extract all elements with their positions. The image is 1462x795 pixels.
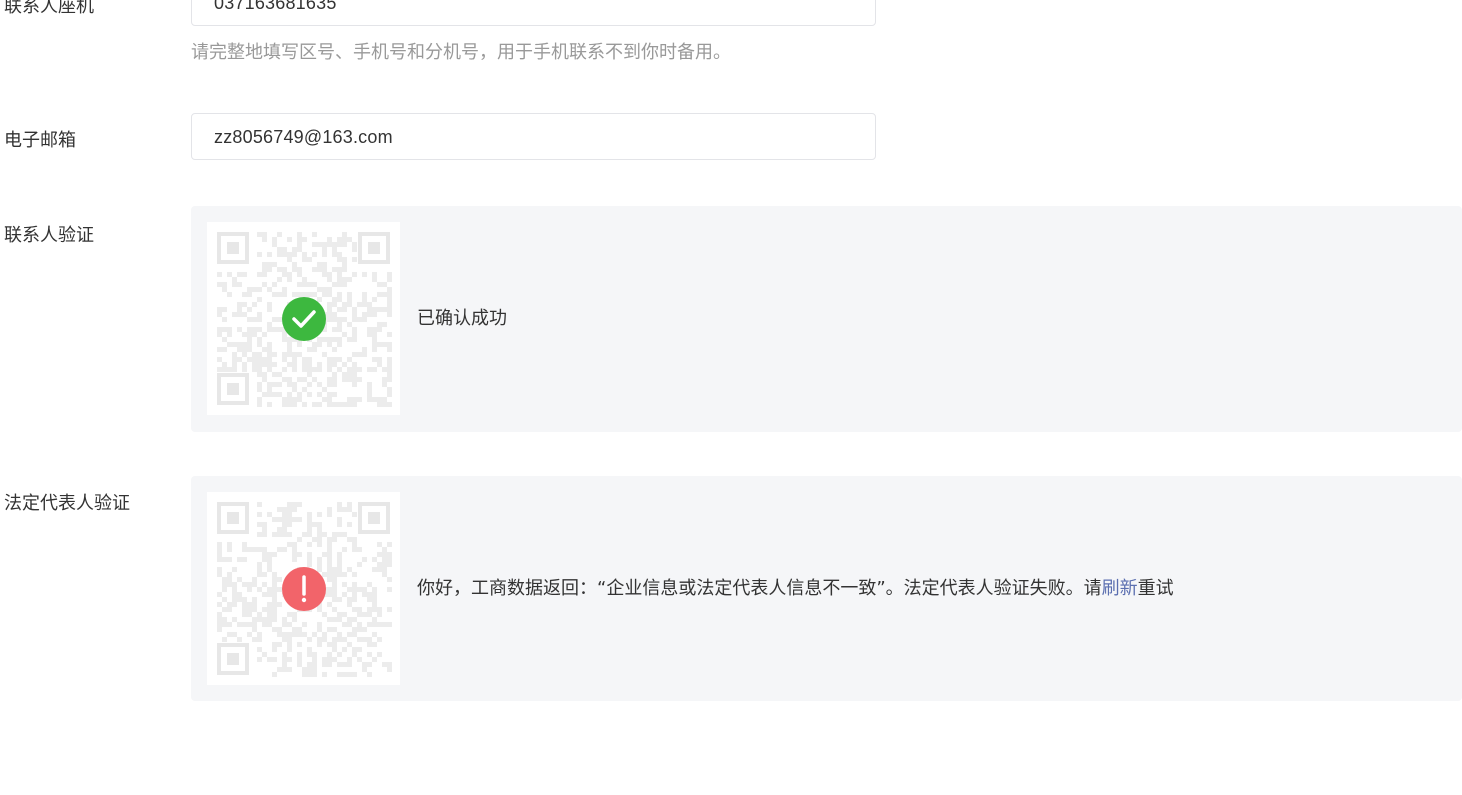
landline-input-value: 037163681635 <box>214 0 337 13</box>
email-row: 电子邮箱 zz8056749@163.com <box>0 113 1462 163</box>
landline-input[interactable]: 037163681635 <box>191 0 876 26</box>
legal-qr-code <box>207 492 400 685</box>
contact-qr-code <box>207 222 400 415</box>
email-label: 电子邮箱 <box>4 130 76 151</box>
contact-verify-panel: 已确认成功 <box>191 206 1462 432</box>
legal-verify-message-tail: 重试 <box>1137 578 1174 599</box>
email-input[interactable]: zz8056749@163.com <box>191 113 876 160</box>
legal-verify-panel: 你好，工商数据返回：“企业信息或法定代表人信息不一致”。法定代表人验证失败。请刷… <box>191 476 1462 701</box>
legal-verify-message-text: 你好，工商数据返回：“企业信息或法定代表人信息不一致”。法定代表人验证失败。请 <box>417 578 1102 599</box>
legal-verify-label: 法定代表人验证 <box>4 493 130 514</box>
legal-verify-row: 法定代表人验证 你好，工商数据返回：“企业信息或法定代表人信息不一致”。法定代表… <box>0 476 1462 701</box>
landline-label: 联系人座机 <box>4 0 94 17</box>
exclamation-icon <box>282 567 326 611</box>
landline-row: 联系人座机 037163681635 请完整地填写区号、手机号和分机号，用于手机… <box>0 0 1462 79</box>
contact-verify-label: 联系人验证 <box>4 225 94 246</box>
landline-hint: 请完整地填写区号、手机号和分机号，用于手机联系不到你时备用。 <box>191 42 731 63</box>
contact-verify-message: 已确认成功 <box>417 308 507 329</box>
checkmark-icon <box>282 297 326 341</box>
contact-verify-row: 联系人验证 已确认成功 <box>0 206 1462 432</box>
legal-verify-message: 你好，工商数据返回：“企业信息或法定代表人信息不一致”。法定代表人验证失败。请刷… <box>417 577 1174 601</box>
refresh-link[interactable]: 刷新 <box>1102 578 1138 599</box>
email-input-value: zz8056749@163.com <box>214 127 393 147</box>
